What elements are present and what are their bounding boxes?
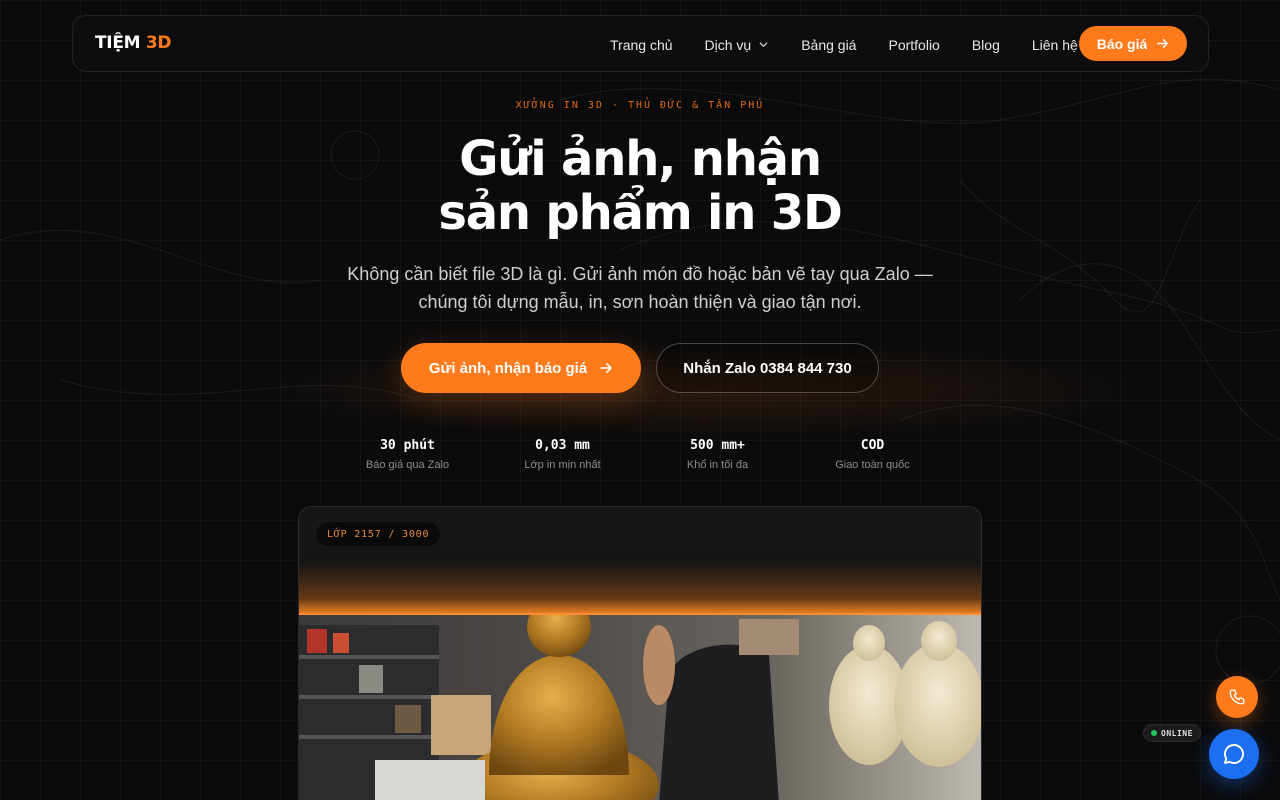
- top-navbar: TIỆM 3D Trang chủ Dịch vụ Bảng giá Portf…: [72, 15, 1209, 72]
- stat-value: 0,03 mm: [535, 438, 590, 453]
- nav-quote-label: Báo giá: [1096, 35, 1148, 52]
- send-photo-quote-button[interactable]: Gửi ảnh, nhận báo giá: [401, 343, 641, 393]
- stat-label: Khổ in tối đa: [686, 459, 749, 471]
- nav-link-contact[interactable]: Liên hệ: [1032, 37, 1078, 53]
- phone-icon: [1229, 689, 1245, 705]
- chevron-down-icon: [759, 42, 768, 47]
- nav-link-pricing[interactable]: Bảng giá: [801, 37, 856, 53]
- nav-link-services-label: Dịch vụ: [704, 36, 752, 53]
- print-progress-glow: [299, 562, 981, 614]
- stat-label: Báo giá qua Zalo: [365, 459, 450, 471]
- stat-item: 30 phút Báo giá qua Zalo: [330, 438, 485, 471]
- brand-accent: 3D: [145, 33, 172, 53]
- chat-button[interactable]: [1209, 729, 1259, 779]
- send-photo-quote-label: Gửi ảnh, nhận báo giá: [428, 359, 588, 377]
- chat-icon: [1224, 744, 1244, 764]
- hero-title-line2: sản phẩm in 3D: [438, 185, 842, 241]
- workshop-photo: [299, 615, 981, 800]
- hero-subtitle: Không cần biết file 3D là gì. Gửi ảnh mó…: [290, 260, 990, 316]
- stat-value: 30 phút: [380, 438, 435, 453]
- hero-title: Gửi ảnh, nhận sản phẩm in 3D: [0, 132, 1280, 240]
- stat-item: 0,03 mm Lớp in mịn nhất: [485, 438, 640, 471]
- nav-link-portfolio[interactable]: Portfolio: [888, 37, 939, 53]
- online-dot: [1151, 730, 1157, 736]
- nav-link-home[interactable]: Trang chủ: [610, 37, 673, 53]
- brand-name: TIỆM: [95, 33, 141, 53]
- call-button[interactable]: [1216, 676, 1258, 718]
- stat-label: Giao toàn quốc: [835, 459, 910, 471]
- nav-link-services[interactable]: Dịch vụ: [705, 37, 770, 53]
- nav-links: Trang chủ Dịch vụ Bảng giá Portfolio Blo…: [610, 16, 1110, 73]
- stat-item: COD Giao toàn quốc: [795, 438, 950, 471]
- zalo-message-button[interactable]: Nhắn Zalo 0384 844 730: [656, 343, 879, 393]
- stat-label: Lớp in mịn nhất: [524, 459, 601, 471]
- nav-link-blog[interactable]: Blog: [972, 37, 1000, 53]
- stat-item: 500 mm+ Khổ in tối đa: [640, 438, 795, 471]
- layer-progress-badge: LỚP 2157 / 3000: [315, 521, 442, 547]
- stat-value: COD: [860, 438, 885, 453]
- hero-subtitle-line1: Không cần biết file 3D là gì. Gửi ảnh mó…: [347, 264, 933, 284]
- hero-title-line1: Gửi ảnh, nhận: [459, 131, 822, 187]
- print-preview-card: LỚP 2157 / 3000: [298, 506, 982, 800]
- online-status-badge: ONLINE: [1143, 724, 1201, 742]
- nav-quote-button[interactable]: Báo giá: [1079, 26, 1187, 61]
- brand-logo[interactable]: TIỆM 3D: [95, 33, 172, 53]
- hero-subtitle-line2: chúng tôi dựng mẫu, in, sơn hoàn thiện v…: [418, 292, 862, 312]
- online-label: ONLINE: [1161, 728, 1193, 738]
- stat-value: 500 mm+: [690, 438, 745, 453]
- stats-row: 30 phút Báo giá qua Zalo 0,03 mm Lớp in …: [330, 438, 950, 471]
- hero-eyebrow: XƯỞNG IN 3D · THỦ ĐỨC & TÂN PHÚ: [515, 100, 765, 111]
- arrow-right-icon: [1157, 39, 1169, 48]
- arrow-right-icon: [600, 363, 612, 373]
